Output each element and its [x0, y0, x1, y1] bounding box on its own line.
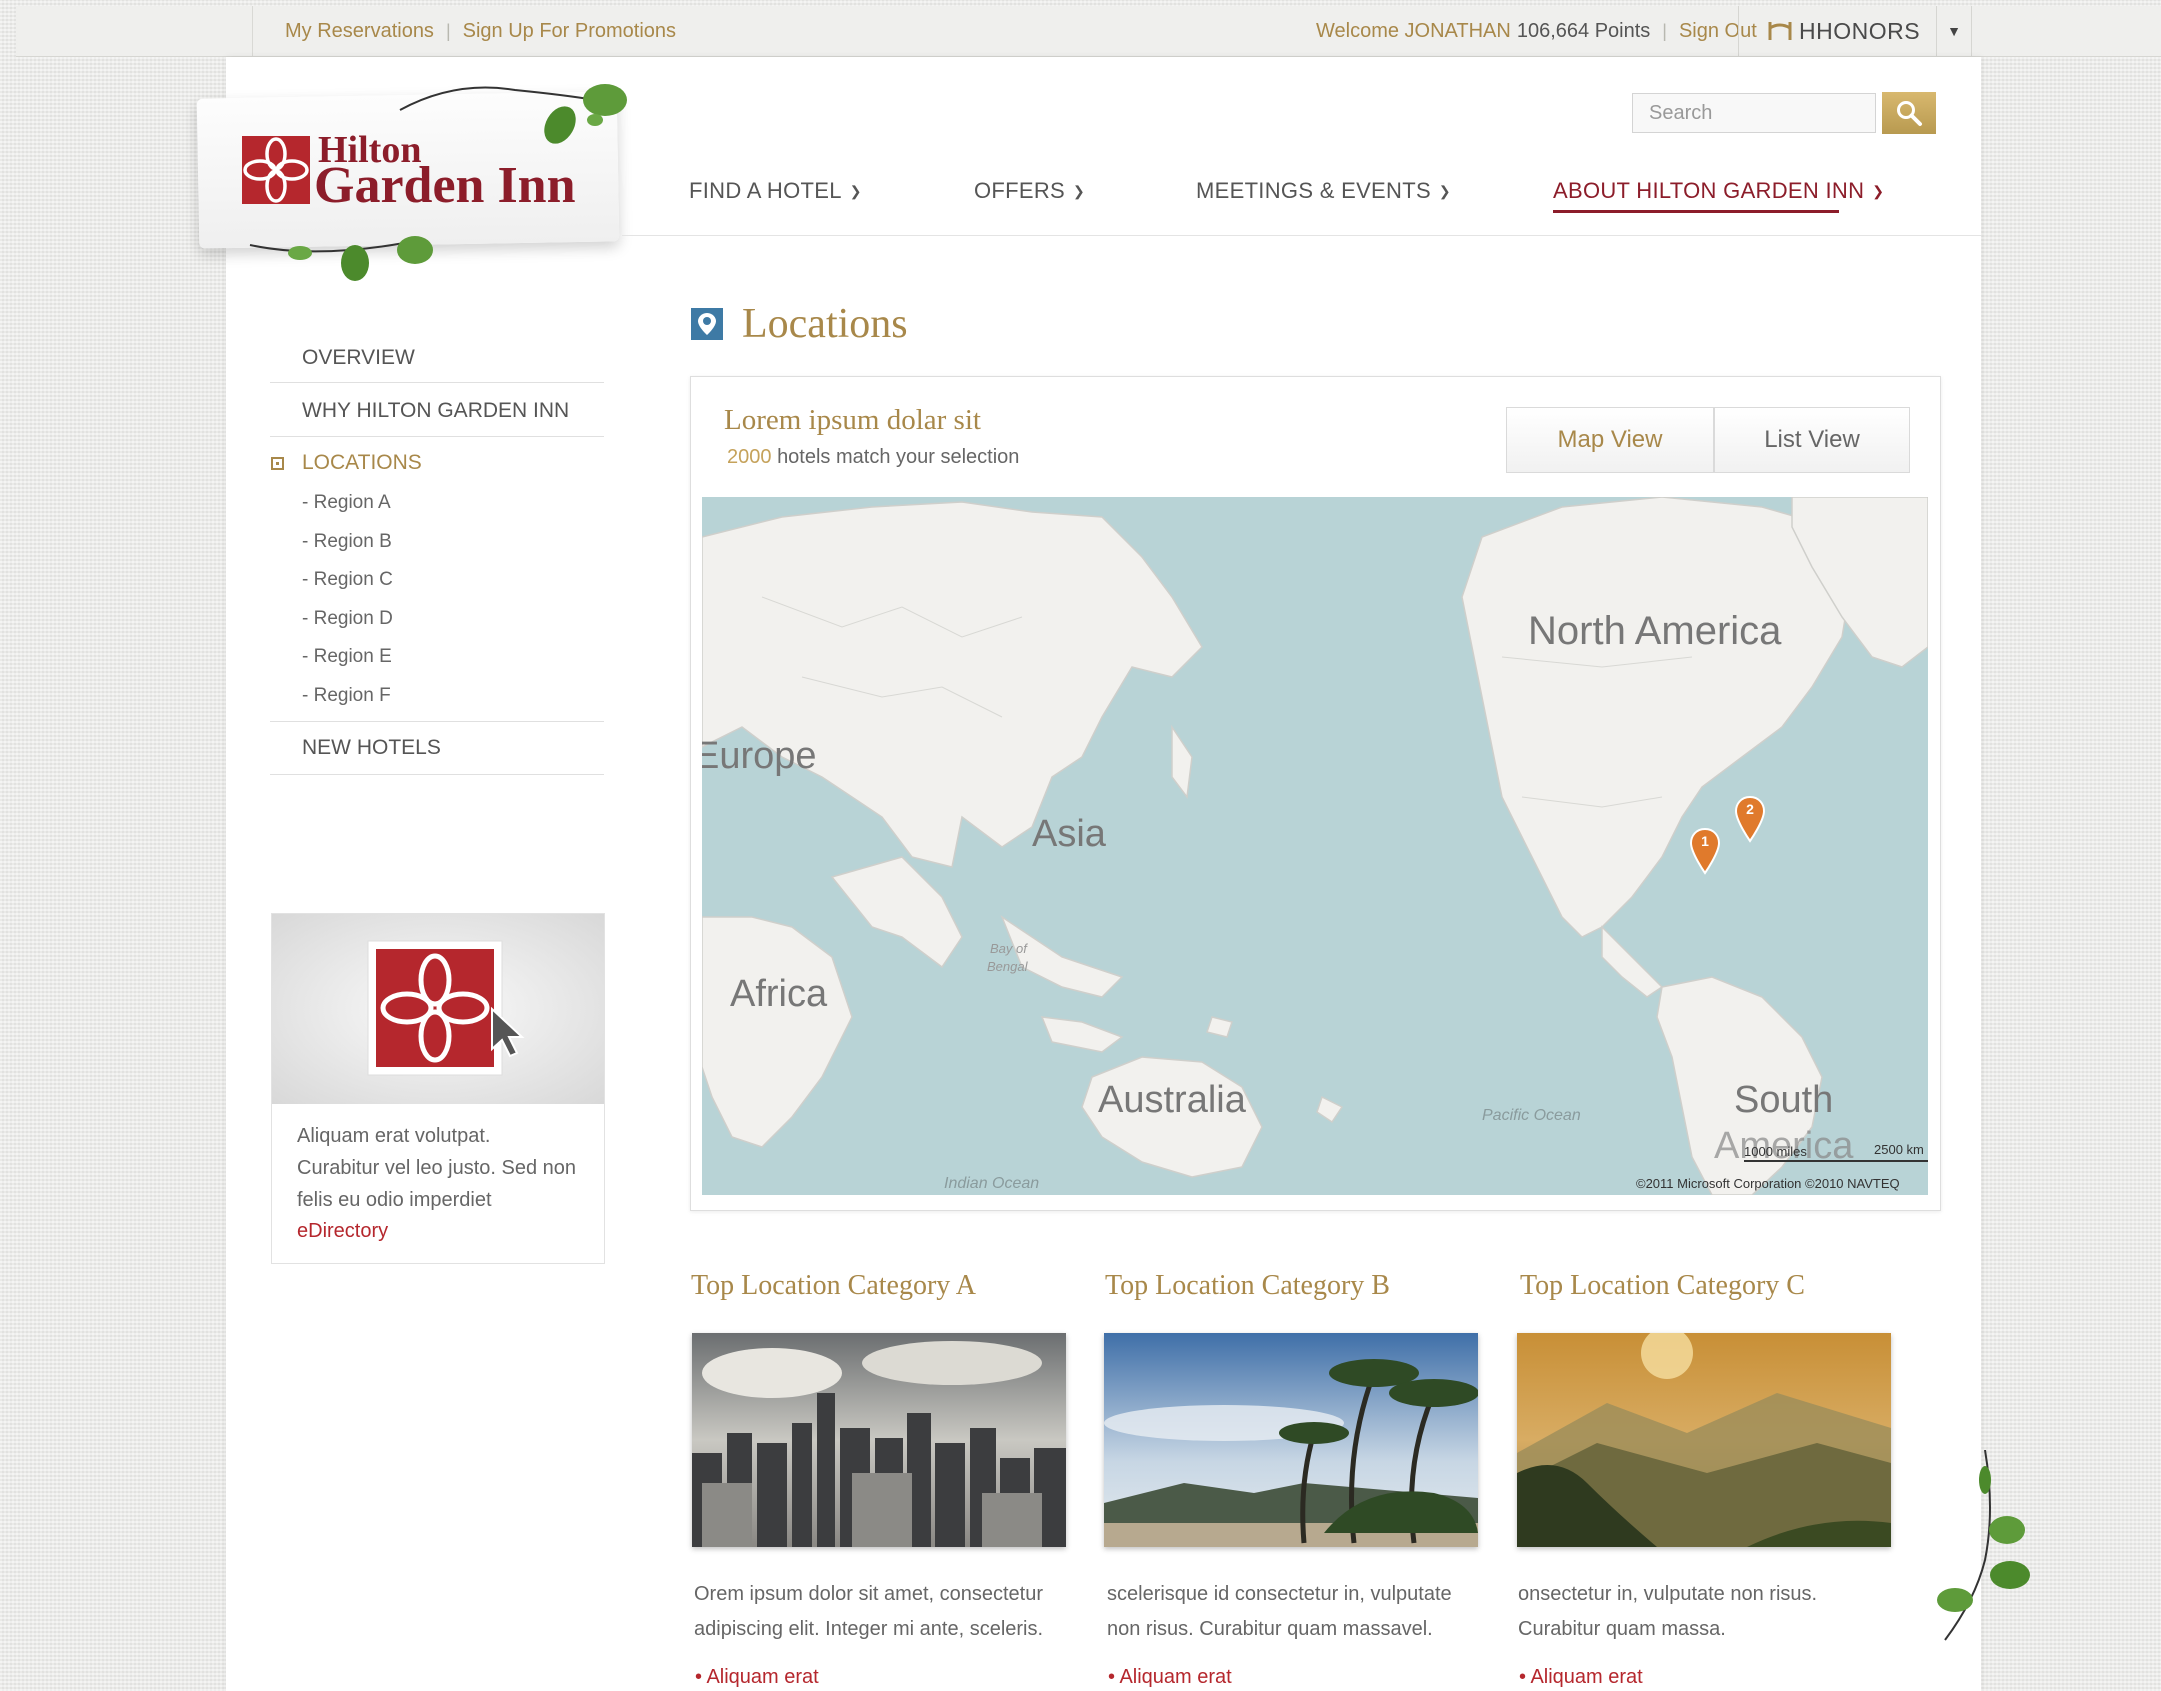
sidebar-item-region-b[interactable]: - Region B	[302, 531, 392, 553]
map-label-australia: Australia	[1098, 1079, 1246, 1121]
category-a-link[interactable]: • Aliquam erat	[695, 1666, 819, 1689]
sidebar-item-overview[interactable]: OVERVIEW	[302, 346, 415, 370]
city-skyline-image	[692, 1333, 1066, 1547]
hilton-garden-inn-logo-icon	[242, 136, 310, 204]
sidebar-divider	[270, 436, 604, 437]
welcome-text: Welcome JONATHAN	[1316, 19, 1511, 42]
hhonors-link[interactable]: HHONORS	[1738, 6, 1967, 56]
sidebar-divider	[270, 382, 604, 383]
map-marker-2[interactable]: 2	[1733, 795, 1767, 843]
map-label-bay-of-bengal: Bengal	[987, 959, 1028, 974]
panel-title: Lorem ipsum dolar sit	[724, 404, 981, 436]
misty-mountains-image	[1517, 1333, 1891, 1547]
map-scale-km: 2500 km	[1874, 1142, 1924, 1157]
chevron-down-icon: ❯	[1872, 183, 1885, 199]
nav-meetings-events[interactable]: MEETINGS & EVENTS ❯	[1196, 178, 1451, 204]
list-view-button[interactable]: List View	[1714, 407, 1910, 473]
nav-find-a-hotel[interactable]: FIND A HOTEL ❯	[689, 178, 862, 204]
nav-label: MEETINGS & EVENTS	[1196, 178, 1431, 203]
utility-links: My Reservations | Sign Up For Promotions	[252, 6, 676, 56]
nav-label: OFFERS	[974, 178, 1066, 203]
map-label-pacific-ocean: Pacific Ocean	[1482, 1107, 1581, 1124]
category-c-image[interactable]	[1517, 1333, 1891, 1547]
page-title: Locations	[742, 301, 908, 347]
chevron-down-icon: ❯	[1438, 183, 1451, 199]
map-label-south-america: South	[1734, 1079, 1834, 1121]
nav-offers[interactable]: OFFERS ❯	[974, 178, 1085, 204]
points-balance: 106,664 Points	[1516, 19, 1651, 42]
category-c-link[interactable]: • Aliquam erat	[1519, 1666, 1643, 1689]
category-b-title[interactable]: Top Location Category B	[1105, 1270, 1390, 1302]
map-label-bay-of-bengal: Bay of	[990, 941, 1027, 956]
category-c-title[interactable]: Top Location Category C	[1520, 1270, 1805, 1302]
promo-image[interactable]	[272, 914, 604, 1104]
divider: |	[1662, 20, 1667, 41]
logo-text-garden-inn: Garden Inn	[314, 157, 576, 214]
account-info: Welcome JONATHAN 106,664 Points | Sign O…	[1316, 6, 1757, 56]
nav-label: FIND A HOTEL	[689, 178, 842, 203]
chevron-down-icon: ❯	[849, 183, 862, 199]
chevron-down-icon: ❯	[1073, 183, 1086, 199]
sidebar-item-region-e[interactable]: - Region E	[302, 646, 392, 668]
nav-about-hilton-garden-inn[interactable]: ABOUT HILTON GARDEN INN ❯	[1553, 178, 1884, 204]
vine-decoration-right	[1937, 1450, 2030, 1641]
category-a-text: Orem ipsum dolor sit amet, consectetur a…	[694, 1583, 1044, 1640]
hotel-count-suffix: hotels match your selection	[777, 446, 1020, 468]
sidebar-item-locations[interactable]: LOCATIONS	[302, 451, 422, 475]
hotel-count-text: 2000 hotels match your selection	[727, 446, 1019, 469]
vine-decoration-top	[399, 84, 627, 144]
caret-down-icon: ▼	[1947, 23, 1961, 39]
sidebar-item-region-d[interactable]: - Region D	[302, 608, 393, 630]
map-label-africa: Africa	[730, 973, 828, 1015]
sidebar-divider	[270, 774, 604, 775]
search-button[interactable]	[1882, 92, 1936, 134]
hhonors-icon	[1768, 22, 1792, 40]
edirectory-promo: Aliquam erat volutpat. Curabitur vel leo…	[271, 913, 605, 1264]
map-scale-bar	[1744, 1160, 1928, 1162]
promo-logo-cursor-icon	[367, 940, 525, 1076]
sidebar-item-region-f[interactable]: - Region F	[302, 685, 391, 707]
category-a-title[interactable]: Top Location Category A	[691, 1270, 976, 1302]
tropical-beach-image	[1104, 1333, 1478, 1547]
nav-label: ABOUT HILTON GARDEN INN	[1553, 178, 1865, 203]
map-copyright: ©2011 Microsoft Corporation ©2010 NAVTEQ	[1636, 1176, 1900, 1191]
category-b-image[interactable]	[1104, 1333, 1478, 1547]
map-label-asia: Asia	[1032, 813, 1106, 855]
active-bullet-icon	[271, 457, 284, 470]
sidebar-item-region-c[interactable]: - Region C	[302, 569, 393, 591]
sidebar-item-why-hilton-garden-inn[interactable]: WHY HILTON GARDEN INN	[302, 399, 569, 423]
divider: |	[445, 20, 451, 41]
location-pin-icon	[691, 308, 723, 340]
edirectory-link[interactable]: eDirectory	[297, 1220, 388, 1243]
search-icon	[1897, 101, 1922, 126]
nav-divider	[622, 235, 1981, 236]
utility-bar: My Reservations | Sign Up For Promotions…	[16, 6, 2161, 57]
category-a-image[interactable]	[692, 1333, 1066, 1547]
category-c-text: onsectetur in, vulputate non risus. Cura…	[1518, 1583, 1818, 1640]
category-b-link[interactable]: • Aliquam erat	[1108, 1666, 1232, 1689]
category-b-text: scelerisque id consectetur in, vulputate…	[1107, 1583, 1452, 1640]
vine-decoration-bottom	[249, 236, 433, 281]
my-reservations-link[interactable]: My Reservations	[285, 20, 434, 43]
map-scale-miles: 1000 miles	[1744, 1144, 1807, 1159]
world-map[interactable]: North America Europe Asia Africa Austral…	[702, 497, 1928, 1195]
active-nav-indicator	[1553, 210, 1839, 213]
sidebar-divider	[270, 721, 604, 722]
marker-number: 2	[1746, 801, 1754, 817]
sidebar-item-region-a[interactable]: - Region A	[302, 492, 391, 514]
map-label-europe: Europe	[702, 735, 817, 777]
map-label-north-america: North America	[1528, 609, 1782, 653]
sign-up-promotions-link[interactable]: Sign Up For Promotions	[463, 20, 676, 43]
hhonors-label: HHONORS	[1799, 17, 1921, 44]
promo-text: Aliquam erat volutpat. Curabitur vel leo…	[297, 1125, 577, 1211]
hotel-count: 2000	[727, 446, 772, 468]
sidebar-item-new-hotels[interactable]: NEW HOTELS	[302, 736, 441, 760]
map-label-indian-ocean: Indian Ocean	[944, 1175, 1040, 1192]
map-view-button[interactable]: Map View	[1506, 407, 1714, 473]
map-marker-1[interactable]: 1	[1688, 827, 1722, 875]
marker-number: 1	[1701, 833, 1709, 849]
hhonors-dropdown-button[interactable]: ▼	[1936, 6, 1972, 56]
search-input[interactable]: Search	[1632, 93, 1876, 133]
